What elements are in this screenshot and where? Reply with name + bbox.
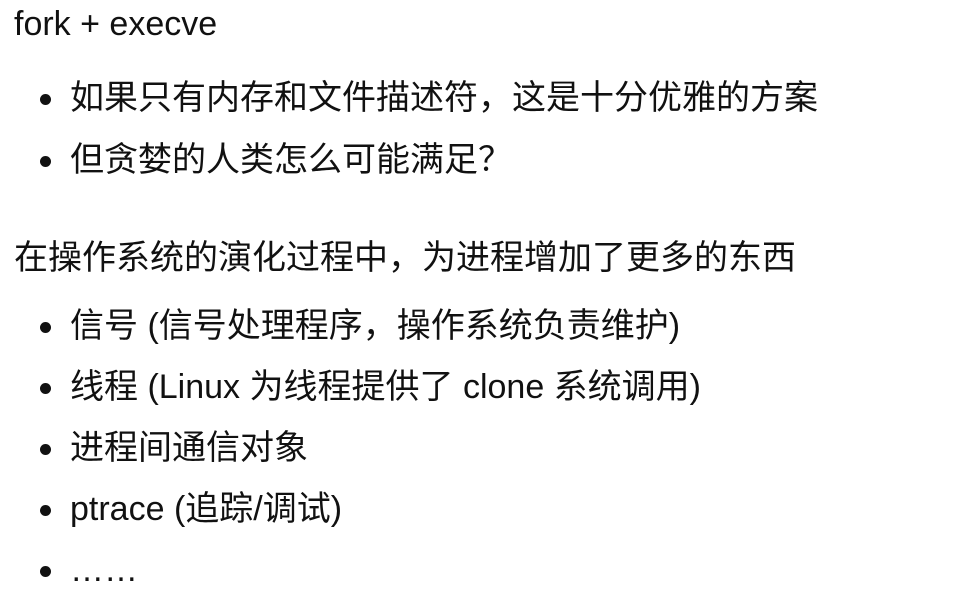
list-item: 如果只有内存和文件描述符，这是十分优雅的方案	[40, 78, 818, 118]
list-item: ……	[40, 550, 701, 590]
list-item-text: 如果只有内存和文件描述符，这是十分优雅的方案	[70, 79, 818, 117]
bullet-dot-icon	[40, 94, 51, 105]
bullet-dot-icon	[40, 322, 51, 333]
section-heading-fork-execve: fork + execve	[14, 5, 218, 43]
list-item-text: 线程 (Linux 为线程提供了 clone 系统调用)	[70, 368, 701, 406]
list-item: 信号 (信号处理程序，操作系统负责维护)	[40, 306, 701, 346]
slide-page: fork + execve 如果只有内存和文件描述符，这是十分优雅的方案 但贪婪…	[0, 0, 978, 609]
list-item-text: 信号 (信号处理程序，操作系统负责维护)	[70, 307, 681, 345]
list-item: ptrace (追踪/调试)	[40, 489, 701, 529]
bullet-dot-icon	[40, 383, 51, 394]
bullet-dot-icon	[40, 444, 51, 455]
list-item-text: 进程间通信对象	[70, 429, 308, 467]
list-item-text: 但贪婪的人类怎么可能满足？	[70, 141, 512, 179]
section-heading-process-evolution: 在操作系统的演化过程中，为进程增加了更多的东西	[14, 239, 796, 277]
list-item-text: ptrace (追踪/调试)	[70, 490, 343, 528]
list-item: 线程 (Linux 为线程提供了 clone 系统调用)	[40, 367, 701, 407]
list-item-text: ……	[70, 551, 138, 589]
list-item: 但贪婪的人类怎么可能满足？	[40, 140, 818, 180]
bullet-dot-icon	[40, 505, 51, 516]
bullet-dot-icon	[40, 566, 51, 577]
bullet-dot-icon	[40, 156, 51, 167]
bullet-list-fork-execve: 如果只有内存和文件描述符，这是十分优雅的方案 但贪婪的人类怎么可能满足？	[40, 78, 818, 202]
bullet-list-process-evolution: 信号 (信号处理程序，操作系统负责维护) 线程 (Linux 为线程提供了 cl…	[40, 306, 701, 611]
list-item: 进程间通信对象	[40, 428, 701, 468]
